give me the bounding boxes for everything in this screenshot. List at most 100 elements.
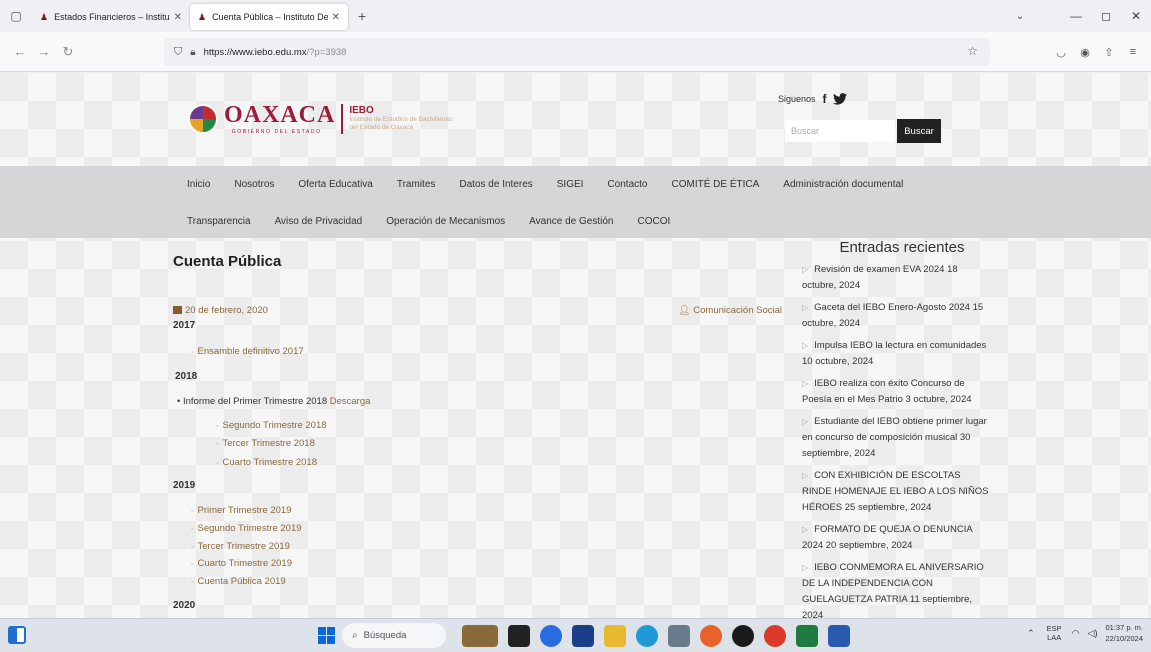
- link-tercer-trimestre-2019[interactable]: ◦ Tercer Trimestre 2019: [191, 541, 290, 552]
- triangle-bullet-icon: ▷: [802, 525, 809, 534]
- taskbar-search-input[interactable]: ⌕ Búsqueda: [342, 623, 446, 648]
- menu-row-1: Inicio Nosotros Oferta Educativa Tramite…: [187, 179, 927, 190]
- menu-item-comite-de-etica[interactable]: COMITÉ DE ÉTICA: [671, 179, 759, 190]
- tracking-shield-icon[interactable]: ⛉: [174, 46, 182, 59]
- recent-post-link[interactable]: ▷ CON EXHIBICIÓN DE ESCOLTAS RINDE HOMENA…: [802, 468, 992, 516]
- bookmark-star-icon[interactable]: ☆: [967, 44, 978, 58]
- close-window-icon[interactable]: ✕: [1121, 9, 1151, 23]
- post-date-link[interactable]: 20 de febrero, 2020: [185, 305, 268, 316]
- menu-item-datos-de-interes[interactable]: Datos de Interes: [459, 179, 532, 190]
- link-cuenta-publica-2019[interactable]: ◦ Cuenta Pública 2019: [191, 576, 286, 587]
- menu-item-avance-de-gestion[interactable]: Avance de Gestión: [529, 216, 613, 227]
- logo-gobierno-text: GOBIERNO DEL ESTADO: [231, 129, 322, 135]
- link-tercer-trimestre-2018[interactable]: ◦ Tercer Trimestre 2018: [216, 438, 315, 449]
- recent-post-link[interactable]: ▷ Revisión de examen EVA 2024 18 octubre,…: [802, 262, 992, 294]
- lock-icon[interactable]: 🔒︎: [190, 47, 195, 58]
- link-cuarto-trimestre-2018[interactable]: ◦ Cuarto Trimestre 2018: [216, 457, 317, 468]
- descarga-link[interactable]: Descarga: [330, 396, 371, 407]
- recent-post-link[interactable]: ▷ Estudiante del IEBO obtiene primer luga…: [802, 414, 992, 462]
- menu-icon[interactable]: ≡: [1121, 46, 1145, 58]
- minimize-icon[interactable]: —: [1061, 9, 1091, 23]
- recent-post-link[interactable]: ▷ IEBO CONMEMORA EL ANIVERSARIO DE LA IND…: [802, 560, 992, 618]
- menu-item-aviso-de-privacidad[interactable]: Aviso de Privacidad: [275, 216, 363, 227]
- post-author-link[interactable]: 👤︎ Comunicación Social: [678, 305, 782, 316]
- address-bar[interactable]: ⛉ 🔒︎ https://www.iebo.edu.mx/?p=3938 ☆: [164, 38, 990, 66]
- pocket-icon[interactable]: ◡: [1049, 46, 1073, 59]
- oaxaca-emblem-icon: [188, 104, 218, 134]
- taskbar-file-explorer-icon[interactable]: [604, 625, 626, 647]
- maximize-icon[interactable]: ◻: [1091, 9, 1121, 23]
- recent-post-link[interactable]: ▷ Gaceta del IEBO Enero-Agosto 2024 15 oc…: [802, 300, 992, 332]
- tab-overview-icon[interactable]: ▢: [0, 0, 32, 32]
- triangle-bullet-icon: ▷: [802, 417, 809, 426]
- forward-icon[interactable]: →: [32, 44, 56, 59]
- menu-item-sigei[interactable]: SIGEI: [557, 179, 584, 190]
- site-favicon-icon: ♟: [40, 11, 49, 22]
- volume-icon[interactable]: ◁): [1088, 628, 1098, 639]
- twitter-icon[interactable]: [832, 93, 847, 105]
- search-button[interactable]: Buscar: [897, 119, 941, 143]
- taskbar-edge-icon[interactable]: [636, 625, 658, 647]
- link-cuarto-trimestre-2019[interactable]: ◦ Cuarto Trimestre 2019: [191, 558, 292, 569]
- taskbar-excel-icon[interactable]: [796, 625, 818, 647]
- link-ensamble-definitivo-2017[interactable]: ◦ Ensamble definitivo 2017: [191, 346, 304, 357]
- close-tab-icon[interactable]: ✕: [174, 12, 182, 23]
- menu-item-contacto[interactable]: Contacto: [607, 179, 647, 190]
- menu-item-transparencia[interactable]: Transparencia: [187, 216, 251, 227]
- menu-item-nosotros[interactable]: Nosotros: [234, 179, 274, 190]
- year-heading-2019: 2019: [173, 480, 196, 491]
- menu-item-tramites[interactable]: Tramites: [397, 179, 436, 190]
- tab-cuenta-publica[interactable]: ♟ Cuenta Pública – Instituto De E ✕: [190, 4, 348, 30]
- oaxaca-iebo-logo[interactable]: OAXACA GOBIERNO DEL ESTADO IEBO Institut…: [188, 103, 453, 135]
- new-tab-button[interactable]: +: [358, 8, 366, 24]
- taskbar-calculator-icon[interactable]: [668, 625, 690, 647]
- calendar-icon: [173, 306, 182, 314]
- url-text[interactable]: https://www.iebo.edu.mx/?p=3938: [204, 47, 347, 58]
- person-icon: 👤︎: [678, 305, 691, 316]
- taskbar-word-icon[interactable]: [828, 625, 850, 647]
- menu-item-operacion-de-mecanismos[interactable]: Operación de Mecanismos: [386, 216, 505, 227]
- clock[interactable]: 01:37 p. m. 22/10/2024: [1105, 622, 1143, 644]
- menu-item-cocoi[interactable]: COCOI: [638, 216, 671, 227]
- link-segundo-trimestre-2018[interactable]: ◦ Segundo Trimestre 2018: [216, 420, 327, 431]
- logo-divider: [341, 104, 344, 134]
- start-icon[interactable]: [318, 627, 335, 644]
- taskbar-store-icon[interactable]: [572, 625, 594, 647]
- link-primer-trimestre-2019[interactable]: ◦ Primer Trimestre 2019: [191, 505, 291, 516]
- widgets-icon[interactable]: [8, 626, 26, 644]
- logo-iebo-line1: Instituto de Estudios de Bachillerato: [349, 116, 453, 124]
- recent-post-link[interactable]: ▷ IEBO realiza con éxito Concurso de Poes…: [802, 376, 992, 408]
- extensions-icon[interactable]: ⇧: [1097, 46, 1121, 59]
- language-indicator[interactable]: ESP LAA: [1047, 624, 1062, 642]
- triangle-bullet-icon: ▷: [802, 379, 809, 388]
- back-icon[interactable]: ←: [8, 44, 32, 59]
- taskbar-firefox-icon[interactable]: [700, 625, 722, 647]
- chevron-up-icon[interactable]: ⌃: [1027, 628, 1035, 639]
- triangle-bullet-icon: ▷: [802, 341, 809, 350]
- taskbar-obs-icon[interactable]: [732, 625, 754, 647]
- navigation-toolbar: ← → ↻ ⛉ 🔒︎ https://www.iebo.edu.mx/?p=39…: [0, 32, 1151, 72]
- logo-oaxaca-text: OAXACA: [224, 102, 336, 128]
- account-icon[interactable]: ◉: [1073, 46, 1097, 59]
- menu-item-oferta-educativa[interactable]: Oferta Educativa: [298, 179, 372, 190]
- reload-icon[interactable]: ↻: [56, 44, 80, 60]
- link-segundo-trimestre-2019[interactable]: ◦ Segundo Trimestre 2019: [191, 523, 302, 534]
- wifi-icon[interactable]: ◠: [1072, 628, 1080, 639]
- menu-item-administracion-documental[interactable]: Administración documental: [783, 179, 903, 190]
- triangle-bullet-icon: ▷: [802, 303, 809, 312]
- search-input[interactable]: [785, 120, 895, 142]
- tab-estados-financieros[interactable]: ♟ Estados Financieros – Instituto D ✕: [32, 4, 190, 30]
- menu-item-inicio[interactable]: Inicio: [187, 179, 210, 190]
- list-all-tabs-icon[interactable]: ⌄: [1003, 11, 1037, 22]
- windows-taskbar: ⌕ Búsqueda ⌃ ESP LAA ◠ ◁) 01:37 p. m. 22…: [0, 618, 1151, 652]
- taskbar-news-icon[interactable]: [462, 625, 498, 647]
- recent-post-link[interactable]: ▷ Impulsa IEBO la lectura en comunidades …: [802, 338, 992, 370]
- taskbar-chrome-icon[interactable]: [764, 625, 786, 647]
- taskbar-task-view-icon[interactable]: [508, 625, 530, 647]
- facebook-icon[interactable]: f: [823, 92, 827, 106]
- toolbar-right: ◡ ◉ ⇧ ≡: [1049, 32, 1151, 72]
- taskbar-chat-icon[interactable]: [540, 625, 562, 647]
- recent-post-link[interactable]: ▷ FORMATO DE QUEJA O DENUNCIA 2024 20 sep…: [802, 522, 992, 554]
- close-tab-icon[interactable]: ✕: [332, 12, 340, 23]
- social-follow: Siguenos f: [778, 92, 847, 106]
